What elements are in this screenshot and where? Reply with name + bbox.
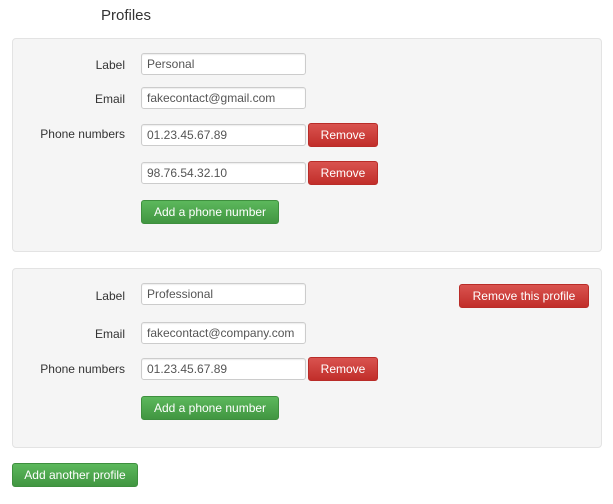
label-caption: Label — [95, 58, 125, 72]
email-input[interactable] — [141, 322, 306, 344]
page-title: Profiles — [101, 7, 152, 24]
profile-card-professional: Label Remove this profile Email Phone nu… — [12, 268, 602, 448]
add-phone-button[interactable]: Add a phone number — [141, 200, 279, 224]
label-caption: Label — [95, 289, 125, 303]
phone-input[interactable] — [141, 358, 306, 380]
remove-phone-button[interactable]: Remove — [308, 123, 378, 147]
email-caption: Email — [94, 92, 125, 106]
remove-profile-button[interactable]: Remove this profile — [459, 284, 589, 308]
email-input[interactable] — [141, 87, 306, 109]
remove-phone-button[interactable]: Remove — [308, 161, 378, 185]
remove-phone-button[interactable]: Remove — [308, 357, 378, 381]
phone-numbers-caption: Phone numbers — [40, 127, 125, 141]
label-input[interactable] — [141, 53, 306, 75]
add-phone-button[interactable]: Add a phone number — [141, 396, 279, 420]
phone-numbers-caption: Phone numbers — [40, 362, 125, 376]
profile-card-personal: Label Email Phone numbers Remove Remove … — [12, 38, 602, 252]
phone-input[interactable] — [141, 124, 306, 146]
add-profile-button[interactable]: Add another profile — [12, 463, 138, 487]
phone-input[interactable] — [141, 162, 306, 184]
email-caption: Email — [94, 327, 125, 341]
label-input[interactable] — [141, 283, 306, 305]
